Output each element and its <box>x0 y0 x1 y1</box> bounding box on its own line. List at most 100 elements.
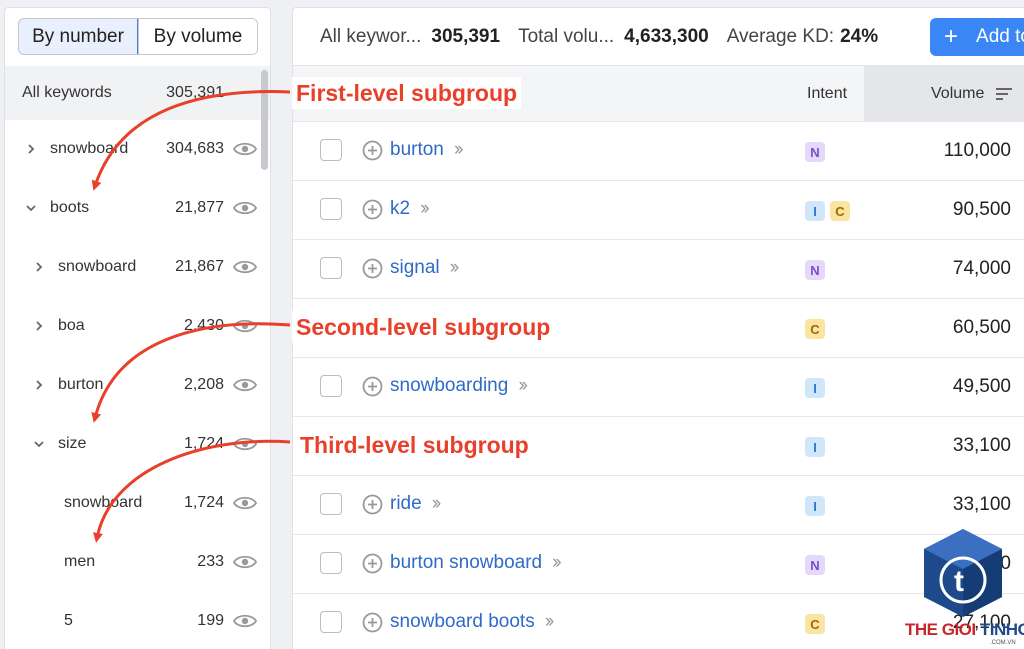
eye-icon[interactable] <box>232 495 258 511</box>
row-checkbox[interactable] <box>320 139 342 161</box>
chevron-right-icon[interactable] <box>30 317 48 335</box>
all-keywords-label: All keywords <box>22 84 112 101</box>
keyword-link[interactable]: snowboarding ›› <box>390 375 528 397</box>
keyword-link[interactable]: burton snowboard ›› <box>390 552 562 574</box>
eye-icon[interactable] <box>232 318 258 334</box>
subgroup-count: 304,683 <box>166 139 224 157</box>
double-chevron-icon[interactable]: ›› <box>552 552 562 573</box>
subgroup-row[interactable]: boots 21,877 <box>5 178 270 237</box>
add-keyword-icon[interactable] <box>362 553 383 574</box>
double-chevron-icon[interactable]: ›› <box>432 493 442 514</box>
row-checkbox[interactable] <box>320 375 342 397</box>
total-volume-value: 4,633,300 <box>624 25 709 47</box>
chevron-right-icon[interactable] <box>30 376 48 394</box>
eye-icon[interactable] <box>232 613 258 629</box>
row-checkbox[interactable] <box>320 552 342 574</box>
keyword-link[interactable]: burton ›› <box>390 139 464 161</box>
intent-badges: IC <box>805 201 850 221</box>
add-keyword-icon[interactable] <box>362 376 383 397</box>
keyword-link[interactable]: signal ›› <box>390 257 460 279</box>
eye-icon[interactable] <box>232 141 258 157</box>
subgroup-count: 2,208 <box>183 375 224 393</box>
subgroup-row[interactable]: snowboard 21,867 <box>5 237 270 296</box>
add-keyword-icon[interactable] <box>362 140 383 161</box>
keyword-link[interactable]: k2 ›› <box>390 198 430 220</box>
add-keyword-icon[interactable] <box>362 494 383 515</box>
subgroup-row[interactable]: boa 2,430 <box>5 296 270 355</box>
keyword-link[interactable]: ride ›› <box>390 493 442 515</box>
subgroup-count: 21,877 <box>175 198 224 216</box>
total-volume-label: Total volu... <box>518 25 615 47</box>
sort-icon[interactable] <box>996 88 1013 100</box>
volume-header-label: Volume <box>931 85 985 102</box>
third-level-annotation: Third-level subgroup <box>296 429 533 461</box>
subgroup-row[interactable]: snowboard 1,724 <box>5 473 270 532</box>
double-chevron-icon[interactable]: ›› <box>420 198 430 219</box>
svg-text:t: t <box>954 565 964 598</box>
all-keywords-row[interactable]: All keywords 305,391 <box>5 66 270 120</box>
double-chevron-icon[interactable]: ›› <box>518 375 528 396</box>
eye-icon[interactable] <box>232 554 258 570</box>
intent-badge: I <box>805 378 825 398</box>
add-keyword-icon[interactable] <box>362 258 383 279</box>
subgroup-list: All keywords 305,391 <box>5 66 270 120</box>
scrollbar[interactable] <box>261 70 268 170</box>
eye-icon[interactable] <box>232 259 258 275</box>
subgroup-row[interactable]: men 233 <box>5 532 270 591</box>
second-level-annotation: Second-level subgroup <box>292 311 555 343</box>
subgroup-row[interactable]: snowboard 304,683 <box>5 119 270 178</box>
intent-badge: C <box>805 319 825 339</box>
subgroup-row[interactable]: burton 2,208 <box>5 355 270 414</box>
average-kd-label: Average KD: <box>726 25 835 47</box>
intent-column-header[interactable]: Intent <box>807 85 847 103</box>
chevron-down-icon[interactable] <box>22 199 40 217</box>
watermark-sub: .COM.VN <box>990 640 1016 646</box>
eye-icon[interactable] <box>232 200 258 216</box>
row-checkbox[interactable] <box>320 493 342 515</box>
keyword-link[interactable]: snowboard boots ›› <box>390 611 555 633</box>
intent-badges: N <box>805 142 825 162</box>
subgroup-label: snowboard <box>58 257 137 275</box>
subgroup-label: 5 <box>64 611 73 629</box>
table-row: snowboarding ›› I 49,500 <box>293 358 1024 417</box>
volume-column-header[interactable]: Volume <box>864 66 1024 122</box>
watermark-part1: THE GIOI <box>905 620 980 639</box>
chevron-down-icon[interactable] <box>30 435 48 453</box>
chevron-right-icon[interactable] <box>30 258 48 276</box>
eye-icon[interactable] <box>232 377 258 393</box>
keyword-text: burton <box>390 139 444 160</box>
eye-icon[interactable] <box>232 436 258 452</box>
add-to-button[interactable]: + Add to <box>930 18 1024 56</box>
double-chevron-icon[interactable]: ›› <box>450 257 460 278</box>
subgroup-count: 1,724 <box>183 493 224 511</box>
volume-value: 74,000 <box>952 258 1011 279</box>
add-keyword-icon[interactable] <box>362 199 383 220</box>
row-checkbox[interactable] <box>320 257 342 279</box>
first-level-annotation: First-level subgroup <box>292 77 522 109</box>
intent-badges: I <box>805 437 825 457</box>
keyword-text: ride <box>390 493 422 514</box>
subgroup-row[interactable]: size 1,724 <box>5 414 270 473</box>
summary-bar: All keywor... 305,391 Total volu... 4,63… <box>293 8 1024 65</box>
view-toggle: By number By volume <box>18 18 258 55</box>
row-checkbox[interactable] <box>320 198 342 220</box>
volume-value: 33,100 <box>952 435 1011 456</box>
row-checkbox[interactable] <box>320 611 342 633</box>
watermark-part2: TINHOC <box>979 620 1024 639</box>
table-row: burton ›› N 110,000 <box>293 122 1024 181</box>
subgroup-label: men <box>64 552 96 570</box>
subgroup-count: 233 <box>197 552 224 570</box>
chevron-right-icon[interactable] <box>22 140 40 158</box>
add-to-label: Add to <box>976 26 1024 47</box>
by-volume-button[interactable]: By volume <box>138 19 257 54</box>
double-chevron-icon[interactable]: ›› <box>454 139 464 160</box>
double-chevron-icon[interactable]: ›› <box>545 611 555 632</box>
add-keyword-icon[interactable] <box>362 612 383 633</box>
intent-badges: N <box>805 555 825 575</box>
subgroup-row[interactable]: 5 199 <box>5 591 270 649</box>
intent-badge: C <box>805 614 825 634</box>
table-row: signal ›› N 74,000 <box>293 240 1024 299</box>
intent-badge: N <box>805 260 825 280</box>
volume-value: 49,500 <box>952 376 1011 397</box>
by-number-button[interactable]: By number <box>19 19 138 54</box>
